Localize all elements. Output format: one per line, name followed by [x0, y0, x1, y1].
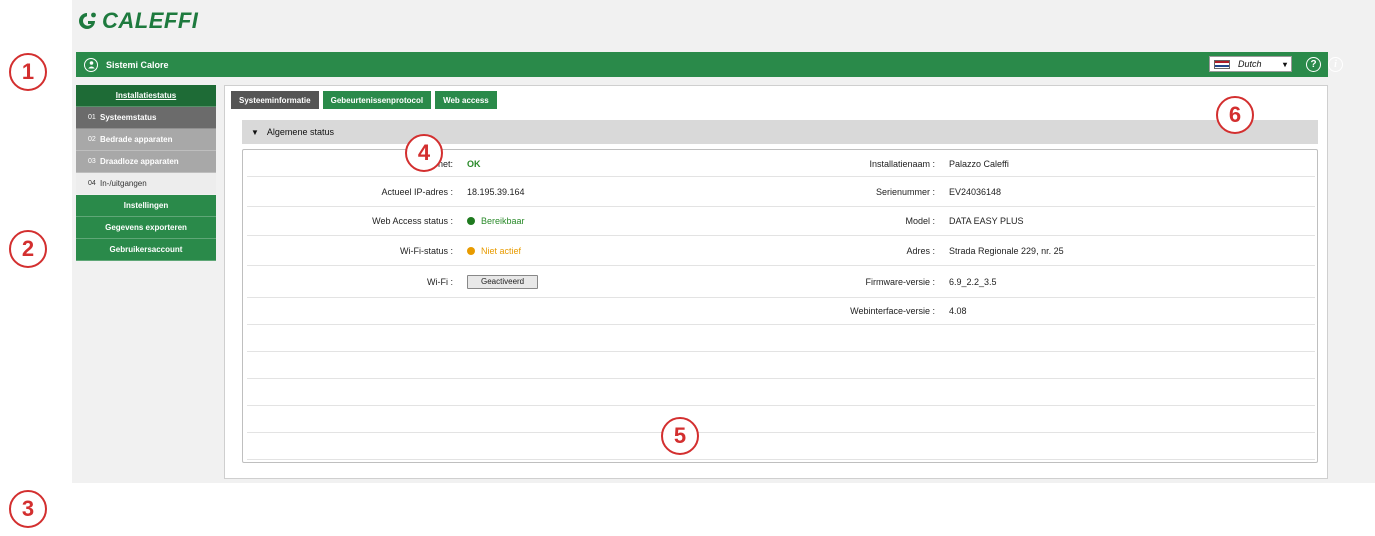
empty-row	[247, 406, 1315, 433]
status-row: Web Access status : Bereikbaar Model : D…	[247, 207, 1315, 236]
collapse-triangle-icon: ▼	[251, 127, 259, 137]
webinterface-label: Webinterface-versie :	[850, 306, 935, 316]
status-row: Wi-Fi : Geactiveerd Firmware-versie : 6.…	[247, 266, 1315, 298]
tab-gebeurtenissenprotocol[interactable]: Gebeurtenissenprotocol	[322, 91, 432, 109]
adres-label: Adres :	[906, 245, 935, 256]
dutch-flag-icon	[1214, 59, 1230, 69]
installatienaam-label: Installatienaam :	[869, 159, 935, 169]
sidebar-item-installatiestatus[interactable]: Installatiestatus	[76, 85, 216, 107]
caleffi-logo-mark-icon	[76, 10, 98, 32]
status-row: Actueel IP-adres : 18.195.39.164 Serienu…	[247, 177, 1315, 207]
webinterface-value: 4.08	[949, 306, 967, 316]
wifi-status-label: Wi-Fi-status :	[400, 245, 453, 256]
help-icon[interactable]: ?	[1306, 57, 1321, 72]
user-circle-icon[interactable]	[84, 57, 98, 72]
empty-row	[247, 325, 1315, 352]
model-value: DATA EASY PLUS	[949, 216, 1024, 226]
serienummer-value: EV24036148	[949, 186, 1002, 197]
wifi-toggle-cell: Geactiveerd	[467, 266, 539, 297]
firmware-label: Firmware-versie :	[865, 276, 935, 287]
section-header-algemene-status[interactable]: ▼ Algemene status	[242, 120, 1318, 144]
sidebar-item-systeemstatus[interactable]: 01 Systeemstatus	[76, 107, 216, 129]
chevron-down-icon: ▾	[1282, 59, 1287, 69]
top-bar: Sistemi Calore Dutch ▾ ? i	[76, 52, 1343, 77]
status-box: Internet: OK Installatienaam : Palazzo C…	[242, 149, 1318, 463]
web-access-status-value: Bereikbaar	[481, 216, 525, 226]
sidebar-item-label: Gebruikersaccount	[109, 245, 183, 254]
sidebar: Installatiestatus 01 Systeemstatus 02 Be…	[76, 85, 216, 261]
installatienaam-value: Palazzo Caleffi	[949, 159, 1009, 169]
callout-marker-3: 3	[9, 490, 47, 528]
web-access-status-label: Web Access status :	[372, 216, 453, 226]
caleffi-logo: CALEFFI	[76, 6, 198, 36]
sidebar-item-label: In-/uitgangen	[100, 179, 147, 188]
sidebar-item-number: 02	[88, 136, 96, 143]
callout-marker-5: 5	[661, 417, 699, 455]
sidebar-item-in-uitgangen[interactable]: 04 In-/uitgangen	[76, 173, 216, 195]
tab-web-access[interactable]: Web access	[435, 91, 497, 109]
sidebar-item-label: Instellingen	[123, 201, 169, 210]
status-row: Webinterface-versie : 4.08	[247, 298, 1315, 325]
callout-marker-2: 2	[9, 230, 47, 268]
wifi-activated-button[interactable]: Geactiveerd	[467, 274, 539, 289]
sidebar-item-draadloze-apparaten[interactable]: 03 Draadloze apparaten	[76, 151, 216, 173]
status-dot-icon	[467, 246, 475, 255]
tab-bar: Systeeminformatie Gebeurtenissenprotocol…	[231, 91, 497, 109]
empty-row	[247, 379, 1315, 406]
info-icon[interactable]: i	[1328, 57, 1343, 72]
web-access-status: Bereikbaar	[467, 207, 525, 235]
sidebar-item-number: 04	[88, 180, 96, 187]
wifi-label: Wi-Fi :	[427, 276, 453, 287]
callout-marker-1: 1	[9, 53, 47, 91]
sidebar-item-label: Gegevens exporteren	[105, 223, 187, 232]
language-label: Dutch	[1238, 59, 1262, 69]
callout-marker-4: 4	[405, 134, 443, 172]
serienummer-label: Serienummer :	[875, 186, 935, 197]
model-label: Model :	[905, 216, 935, 226]
sidebar-item-number: 01	[88, 114, 96, 121]
ip-address-label: Actueel IP-adres :	[381, 186, 453, 197]
status-row: Wi-Fi-status : Niet actief Adres : Strad…	[247, 236, 1315, 266]
sidebar-item-gegevens-exporteren[interactable]: Gegevens exporteren	[76, 217, 216, 239]
empty-row	[247, 433, 1315, 460]
section-title: Algemene status	[266, 127, 334, 137]
user-name: Sistemi Calore	[106, 59, 169, 70]
language-select[interactable]: Dutch ▾	[1209, 56, 1292, 72]
sidebar-item-label: Installatiestatus	[115, 91, 177, 100]
callout-marker-6: 6	[1216, 96, 1254, 134]
content-panel: Systeeminformatie Gebeurtenissenprotocol…	[224, 85, 1328, 479]
empty-row	[247, 352, 1315, 379]
wifi-status-value: Niet actief	[481, 245, 522, 256]
sidebar-item-label: Bedrade apparaten	[100, 135, 173, 144]
sidebar-item-number: 03	[88, 158, 96, 165]
sidebar-item-label: Draadloze apparaten	[100, 157, 179, 166]
sidebar-item-label: Systeemstatus	[100, 113, 157, 122]
status-dot-icon	[467, 217, 475, 225]
sidebar-item-bedrade-apparaten[interactable]: 02 Bedrade apparaten	[76, 129, 216, 151]
caleffi-logo-text: CALEFFI	[102, 8, 199, 33]
sidebar-item-gebruikersaccount[interactable]: Gebruikersaccount	[76, 239, 216, 261]
sidebar-item-instellingen[interactable]: Instellingen	[76, 195, 216, 217]
wifi-status: Niet actief	[467, 236, 521, 265]
ip-address-value: 18.195.39.164	[467, 186, 525, 197]
tab-systeeminformatie[interactable]: Systeeminformatie	[231, 91, 319, 109]
adres-value: Strada Regionale 229, nr. 25	[949, 245, 1064, 256]
firmware-value: 6.9_2.2_3.5	[949, 276, 997, 287]
internet-value: OK	[467, 159, 481, 169]
